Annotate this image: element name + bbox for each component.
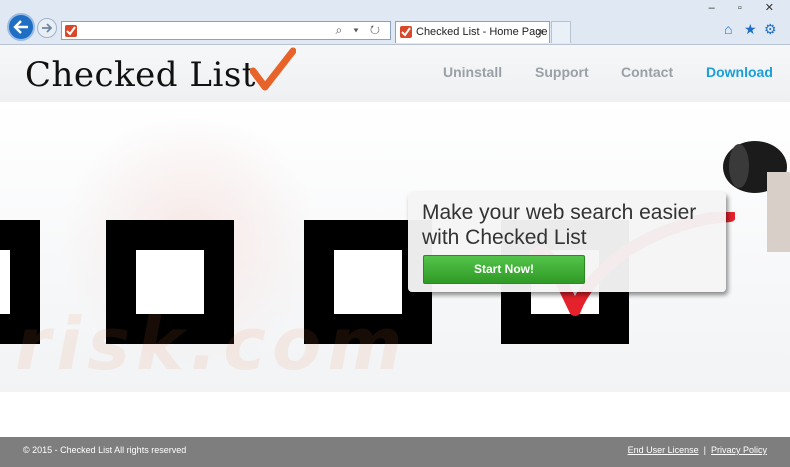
forward-button[interactable] xyxy=(37,18,57,38)
address-tools-icons[interactable]: ⌕ ▾ ↻ xyxy=(335,23,384,38)
watermark-text: risk.com xyxy=(15,302,409,386)
cta-panel: Make your web search easier with Checked… xyxy=(408,192,726,292)
nav-support[interactable]: Support xyxy=(535,64,589,80)
tab-home-page[interactable]: Checked List - Home Page × xyxy=(395,21,550,43)
nav-uninstall[interactable]: Uninstall xyxy=(443,64,502,80)
tab-favicon-icon xyxy=(400,26,412,38)
arrow-left-icon xyxy=(13,20,28,34)
footer-separator: | xyxy=(703,445,706,455)
address-bar[interactable]: ⌕ ▾ ↻ xyxy=(61,21,391,40)
gear-icon[interactable]: ⚙ xyxy=(764,21,777,38)
footer-links: End User License | Privacy Policy xyxy=(628,445,767,455)
nav-download[interactable]: Download xyxy=(706,64,773,80)
site-footer: © 2015 - Checked List All rights reserve… xyxy=(0,437,790,467)
browser-chrome: ⌕ ▾ ↻ Checked List - Home Page × – ▫ ✕ ⌂… xyxy=(0,0,790,45)
new-tab-button[interactable] xyxy=(551,21,571,43)
arrow-right-icon xyxy=(42,23,53,33)
site-favicon-icon xyxy=(65,25,77,37)
start-now-button[interactable]: Start Now! xyxy=(423,255,585,284)
cta-headline-line1: Make your web search easier xyxy=(422,201,697,224)
tab-title: Checked List - Home Page xyxy=(416,26,548,38)
favorites-star-icon[interactable]: ★ xyxy=(744,21,757,38)
cta-headline-line2: with Checked List xyxy=(422,226,587,249)
window-controls[interactable]: – ▫ ✕ xyxy=(709,1,784,14)
nav-contact[interactable]: Contact xyxy=(621,64,673,80)
back-button[interactable] xyxy=(7,13,35,41)
site-header: Checked List Uninstall Support Contact D… xyxy=(0,45,790,102)
logo-text: Checked List xyxy=(25,55,256,95)
site-logo[interactable]: Checked List xyxy=(25,55,256,95)
logo-checkmark-icon xyxy=(250,47,296,91)
home-icon[interactable]: ⌂ xyxy=(724,21,732,37)
browser-toolbar: ⌂ ★ ⚙ xyxy=(724,21,782,37)
web-page: Checked List Uninstall Support Contact D… xyxy=(0,45,790,467)
privacy-policy-link[interactable]: Privacy Policy xyxy=(711,445,767,455)
copyright-text: © 2015 - Checked List All rights reserve… xyxy=(23,445,187,455)
tab-close-icon[interactable]: × xyxy=(537,25,544,39)
eula-link[interactable]: End User License xyxy=(628,445,699,455)
